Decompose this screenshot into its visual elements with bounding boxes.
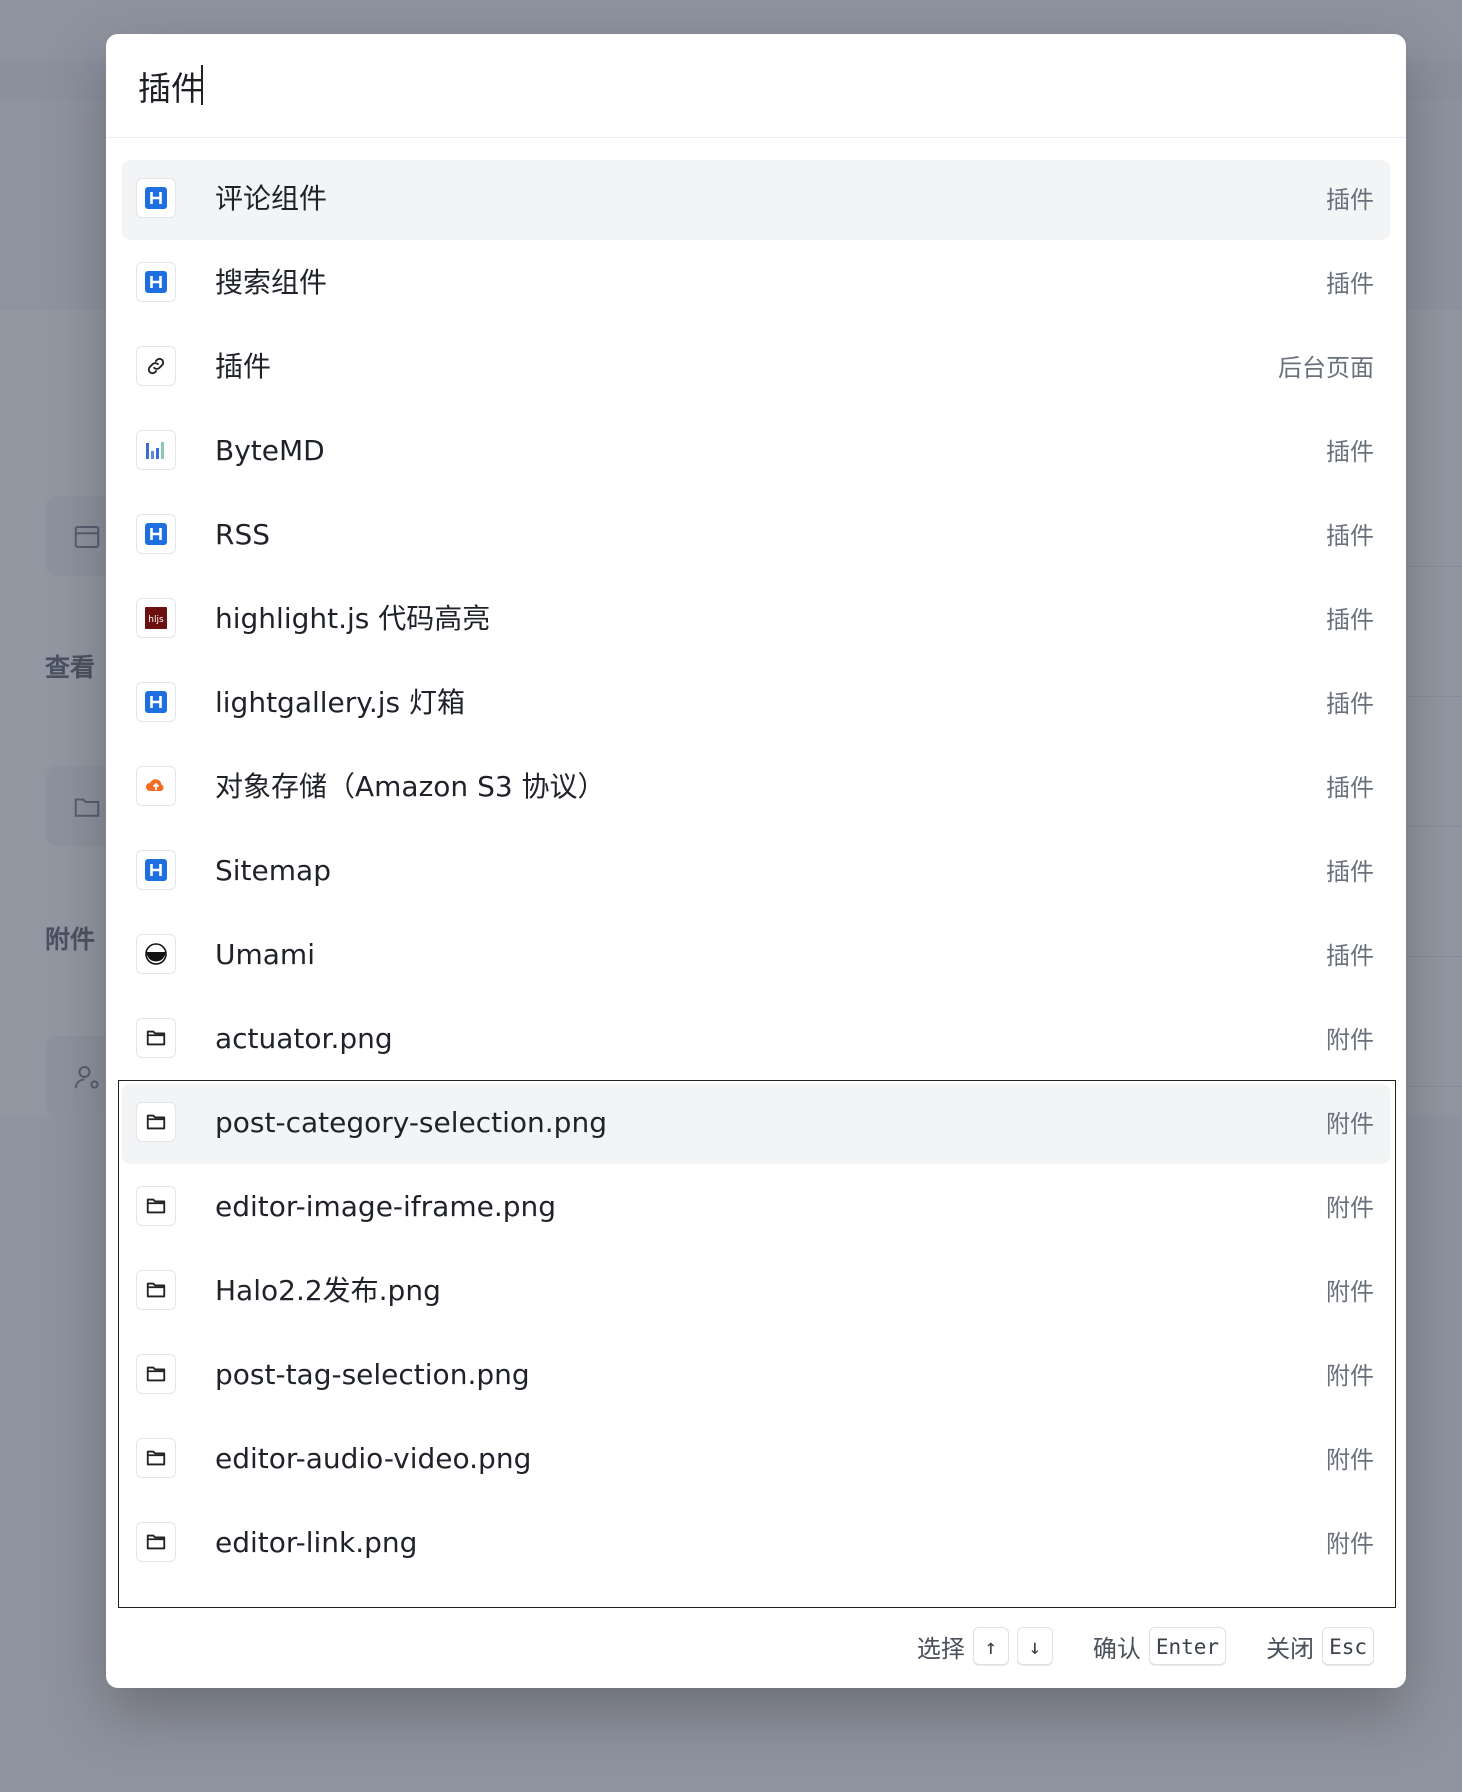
result-type: 插件 <box>1326 690 1374 718</box>
result-title: highlight.js 代码高亮 <box>215 602 491 635</box>
result-title: editor-audio-video.png <box>215 1442 532 1475</box>
result-item[interactable]: hljs highlight.js 代码高亮 插件 <box>122 580 1390 660</box>
arrow-up-key: ↑ <box>972 1627 1009 1665</box>
enter-key: Enter <box>1148 1627 1227 1665</box>
keyboard-hints: 选择 ↑ ↓ 确认 Enter 关闭 Esc <box>887 1624 1374 1668</box>
esc-key: Esc <box>1322 1627 1374 1665</box>
search-modal: 评论组件插件搜索组件插件插件后台页面ByteMD插件RSS插件hljshighl… <box>106 34 1406 1688</box>
result-type: 附件 <box>1326 1110 1374 1138</box>
search-input[interactable] <box>138 56 1368 116</box>
result-type: 插件 <box>1326 270 1374 298</box>
folder-icon <box>136 1270 176 1310</box>
hint-confirm-label: 确认 <box>1092 1634 1141 1663</box>
result-title: ByteMD <box>215 434 325 467</box>
bar-chart-icon <box>136 430 176 470</box>
arrow-down-key: ↓ <box>1016 1627 1053 1665</box>
folder-icon <box>136 1354 176 1394</box>
result-type: 插件 <box>1326 606 1374 634</box>
halo-h-icon <box>136 262 176 302</box>
hint-close: 关闭 Esc <box>1266 1627 1374 1665</box>
result-item[interactable]: 对象存储（Amazon S3 协议） 插件 <box>122 748 1390 828</box>
result-title: Sitemap <box>215 854 331 887</box>
result-type: 后台页面 <box>1278 354 1374 382</box>
result-type: 插件 <box>1326 942 1374 970</box>
halo-h-icon <box>136 178 176 218</box>
hint-select: 选择 ↑ ↓ <box>917 1627 1053 1665</box>
result-title: 插件 <box>215 350 272 383</box>
result-item[interactable]: post-category-selection.png 附件 <box>122 1084 1390 1164</box>
result-item[interactable]: 插件 后台页面 <box>122 328 1390 408</box>
result-title: editor-link.png <box>215 1526 418 1559</box>
link-icon <box>136 346 176 386</box>
folder-icon <box>136 1186 176 1226</box>
result-type: 附件 <box>1326 1530 1374 1558</box>
result-item[interactable]: editor-audio-video.png 附件 <box>122 1420 1390 1500</box>
result-item[interactable]: ByteMD 插件 <box>122 412 1390 492</box>
result-title: actuator.png <box>215 1022 393 1055</box>
folder-icon <box>136 1018 176 1058</box>
result-title: post-tag-selection.png <box>215 1358 530 1391</box>
result-type: 附件 <box>1326 1278 1374 1306</box>
result-title: lightgallery.js 灯箱 <box>215 686 466 719</box>
result-type: 插件 <box>1326 186 1374 214</box>
folder-icon <box>136 1522 176 1562</box>
result-title: Umami <box>215 938 315 971</box>
folder-icon <box>136 1102 176 1142</box>
result-type: 插件 <box>1326 522 1374 550</box>
result-item[interactable]: editor-link.png 附件 <box>122 1504 1390 1584</box>
result-item[interactable]: 评论组件 插件 <box>122 160 1390 240</box>
results-list: 评论组件 插件 搜索组件 插件 插件 后台页面 ByteMD 插件 RSS 插件 hljs highl… <box>122 160 1390 1588</box>
result-item[interactable]: Sitemap 插件 <box>122 832 1390 912</box>
result-title: Halo2.2发布.png <box>215 1274 441 1307</box>
halo-h-icon <box>136 682 176 722</box>
result-type: 插件 <box>1326 858 1374 886</box>
result-item[interactable]: Halo2.2发布.png 附件 <box>122 1252 1390 1332</box>
result-title: editor-image-iframe.png <box>215 1190 557 1223</box>
result-type: 插件 <box>1326 774 1374 802</box>
result-item[interactable]: actuator.png 附件 <box>122 1000 1390 1080</box>
search-bar <box>106 34 1406 138</box>
result-item[interactable]: lightgallery.js 灯箱 插件 <box>122 664 1390 744</box>
result-item[interactable]: editor-image-iframe.png 附件 <box>122 1168 1390 1248</box>
result-title: 对象存储（Amazon S3 协议） <box>215 770 606 803</box>
result-type: 附件 <box>1326 1194 1374 1222</box>
result-item[interactable]: post-tag-selection.png 附件 <box>122 1336 1390 1416</box>
result-title: 搜索组件 <box>215 266 328 299</box>
halo-h-icon <box>136 514 176 554</box>
hint-select-label: 选择 <box>916 1634 965 1663</box>
hint-confirm: 确认 Enter <box>1092 1627 1227 1665</box>
halo-h-icon <box>136 850 176 890</box>
cloud-storage-icon <box>136 766 176 806</box>
result-item[interactable]: Umami 插件 <box>122 916 1390 996</box>
result-title: RSS <box>215 518 271 551</box>
result-item[interactable]: RSS 插件 <box>122 496 1390 576</box>
result-type: 附件 <box>1326 1026 1374 1054</box>
folder-icon <box>136 1438 176 1478</box>
result-type: 附件 <box>1326 1446 1374 1474</box>
result-title: post-category-selection.png <box>215 1106 607 1139</box>
umami-icon <box>136 934 176 974</box>
hint-close-label: 关闭 <box>1266 1634 1315 1663</box>
result-type: 附件 <box>1326 1362 1374 1390</box>
result-type: 插件 <box>1326 438 1374 466</box>
result-item[interactable]: 搜索组件 插件 <box>122 244 1390 324</box>
text-caret <box>201 65 203 105</box>
svg-text:hljs: hljs <box>148 615 164 625</box>
result-title: 评论组件 <box>215 182 328 215</box>
hljs-icon: hljs <box>136 598 176 638</box>
